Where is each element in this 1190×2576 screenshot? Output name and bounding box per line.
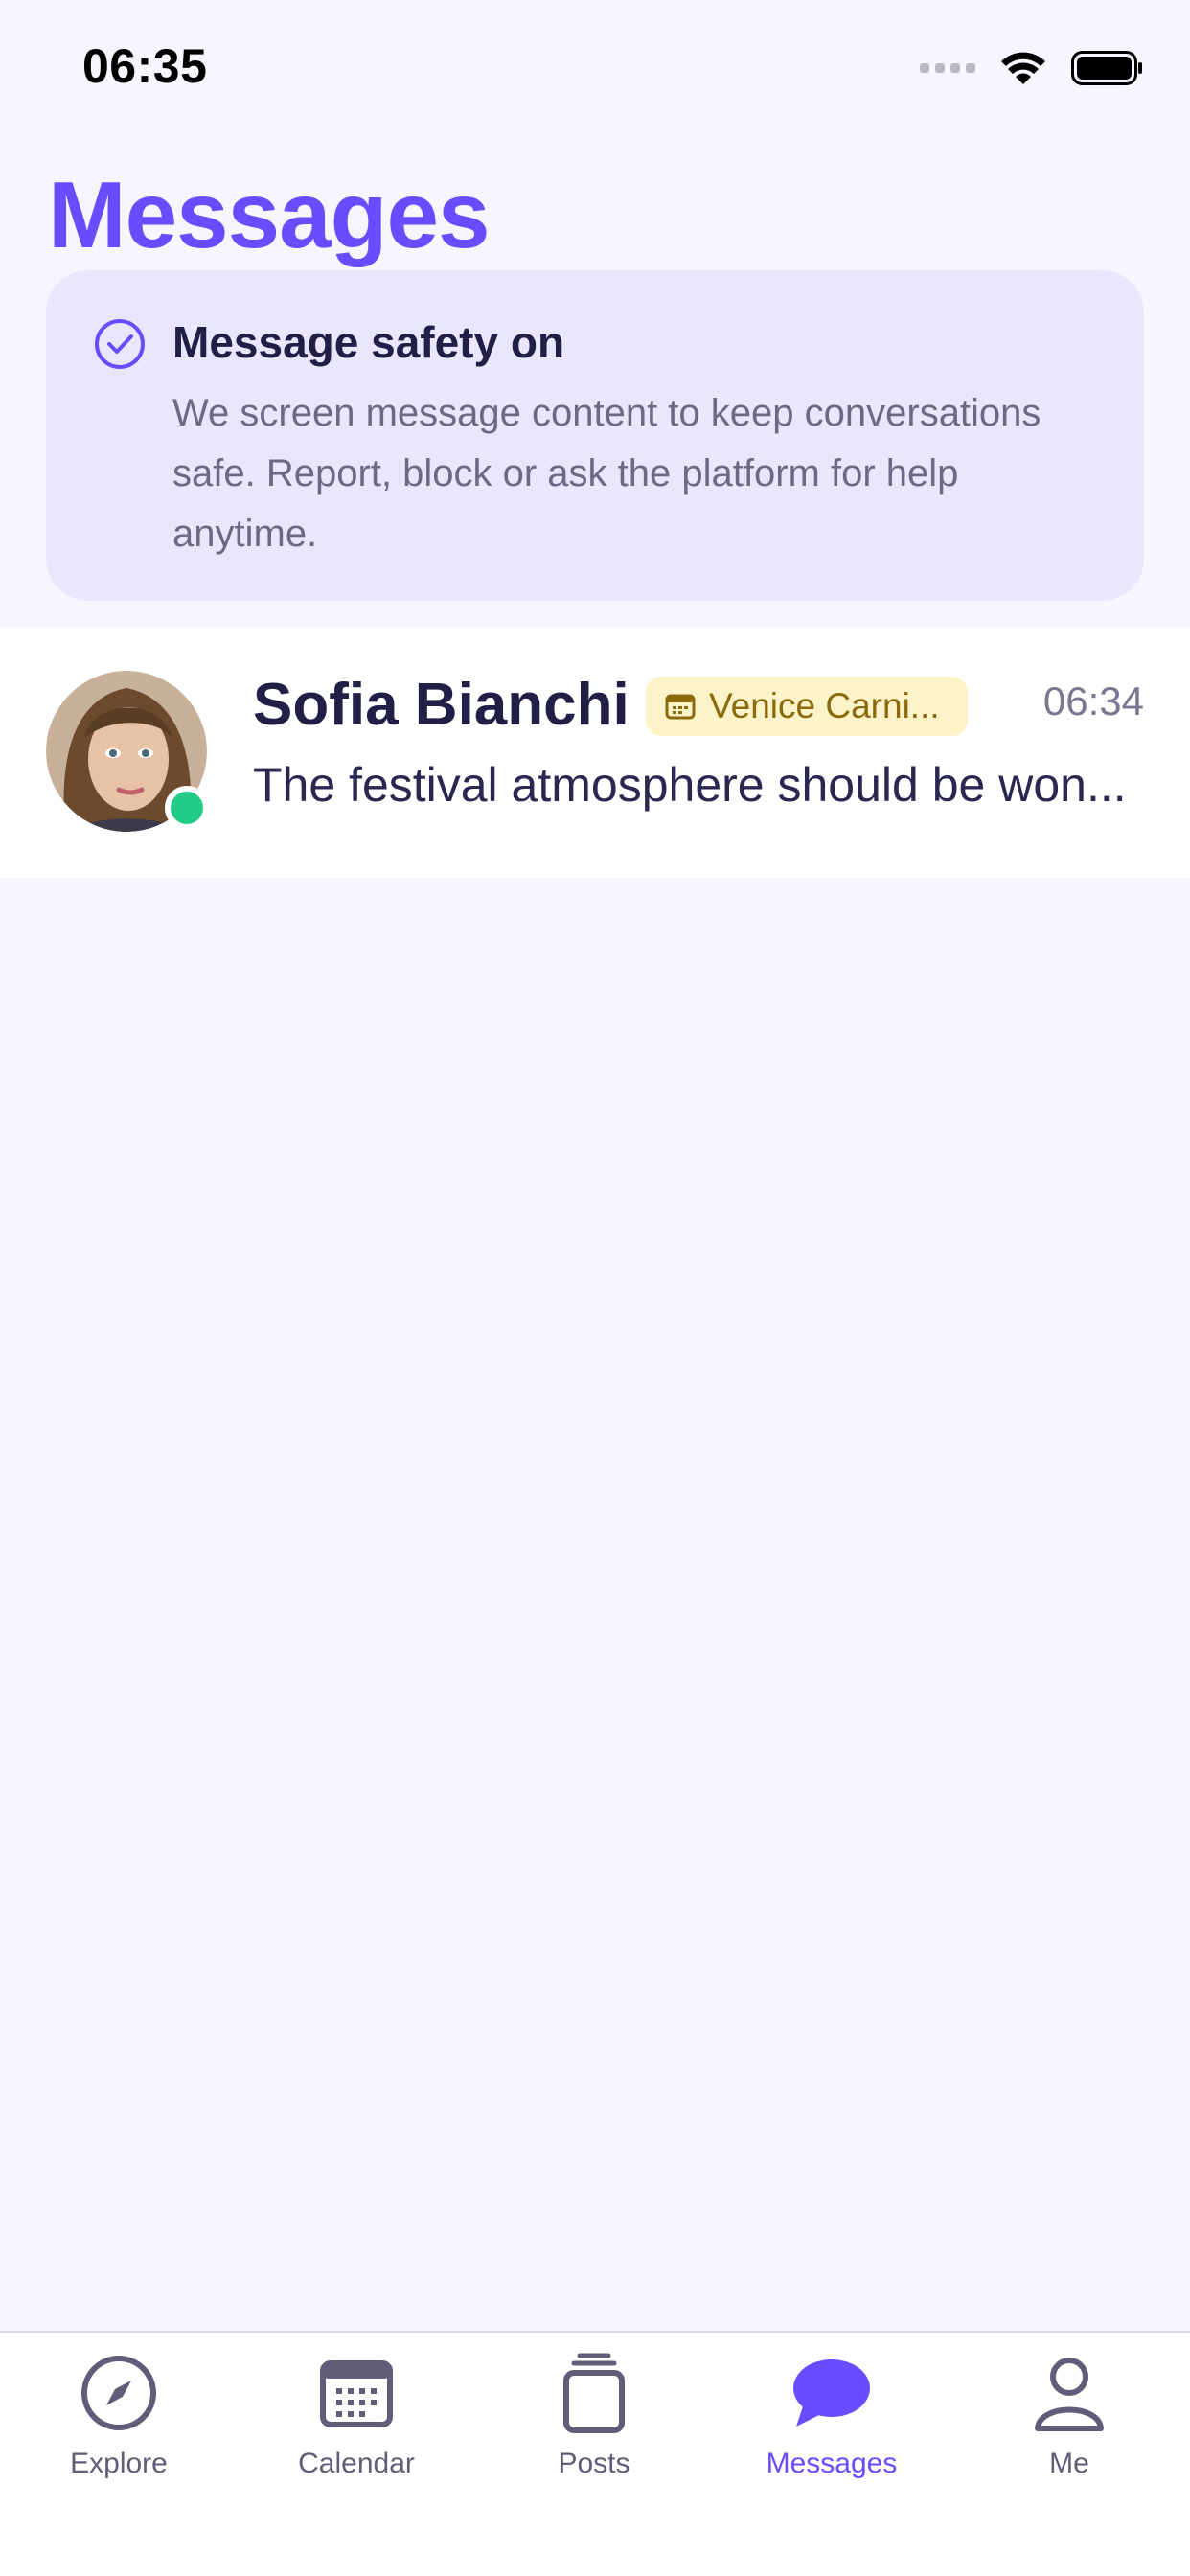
compass-icon (81, 2356, 156, 2430)
safety-title: Message safety on (172, 317, 565, 367)
tab-bar: Explore Calendar Posts Messages Me (0, 2331, 1190, 2576)
cellular-signal-icon (920, 63, 975, 73)
event-tag[interactable]: Venice Carni... (646, 677, 968, 736)
tab-messages[interactable]: Messages (713, 2333, 950, 2505)
status-bar: 06:35 (0, 0, 1190, 144)
safety-description: We screen message content to keep conver… (172, 392, 1041, 555)
message-safety-card: Message safety on We screen message cont… (46, 270, 1144, 601)
check-circle-icon (95, 319, 145, 369)
online-status-indicator (165, 786, 209, 830)
avatar-container (46, 671, 209, 832)
contact-name: Sofia Bianchi (253, 672, 629, 738)
battery-icon (1071, 51, 1142, 85)
tab-label: Calendar (298, 2448, 415, 2479)
chat-bubble-icon (793, 2359, 870, 2426)
calendar-icon (665, 694, 696, 720)
conversation-item[interactable]: Sofia Bianchi Venice Carni... 06:34 The … (0, 627, 1190, 878)
message-preview: The festival atmosphere should be won... (253, 758, 1127, 812)
tab-label: Explore (70, 2448, 168, 2479)
tab-label: Posts (558, 2448, 630, 2479)
tab-me[interactable]: Me (950, 2333, 1188, 2505)
message-time: 06:34 (1042, 678, 1144, 724)
tab-label: Messages (766, 2448, 898, 2479)
status-icons (920, 50, 1144, 86)
calendar-icon (320, 2360, 393, 2427)
page-title: Messages (48, 162, 491, 267)
tab-calendar[interactable]: Calendar (238, 2333, 475, 2505)
posts-icon (563, 2353, 625, 2433)
conversation-list: Sofia Bianchi Venice Carni... 06:34 The … (0, 627, 1190, 878)
tab-label: Me (1049, 2448, 1089, 2479)
tab-explore[interactable]: Explore (0, 2333, 238, 2505)
person-icon (1035, 2358, 1104, 2431)
event-tag-label: Venice Carni... (709, 686, 940, 725)
tab-posts[interactable]: Posts (475, 2333, 713, 2505)
status-time: 06:35 (82, 39, 208, 93)
wifi-icon (1001, 52, 1045, 84)
